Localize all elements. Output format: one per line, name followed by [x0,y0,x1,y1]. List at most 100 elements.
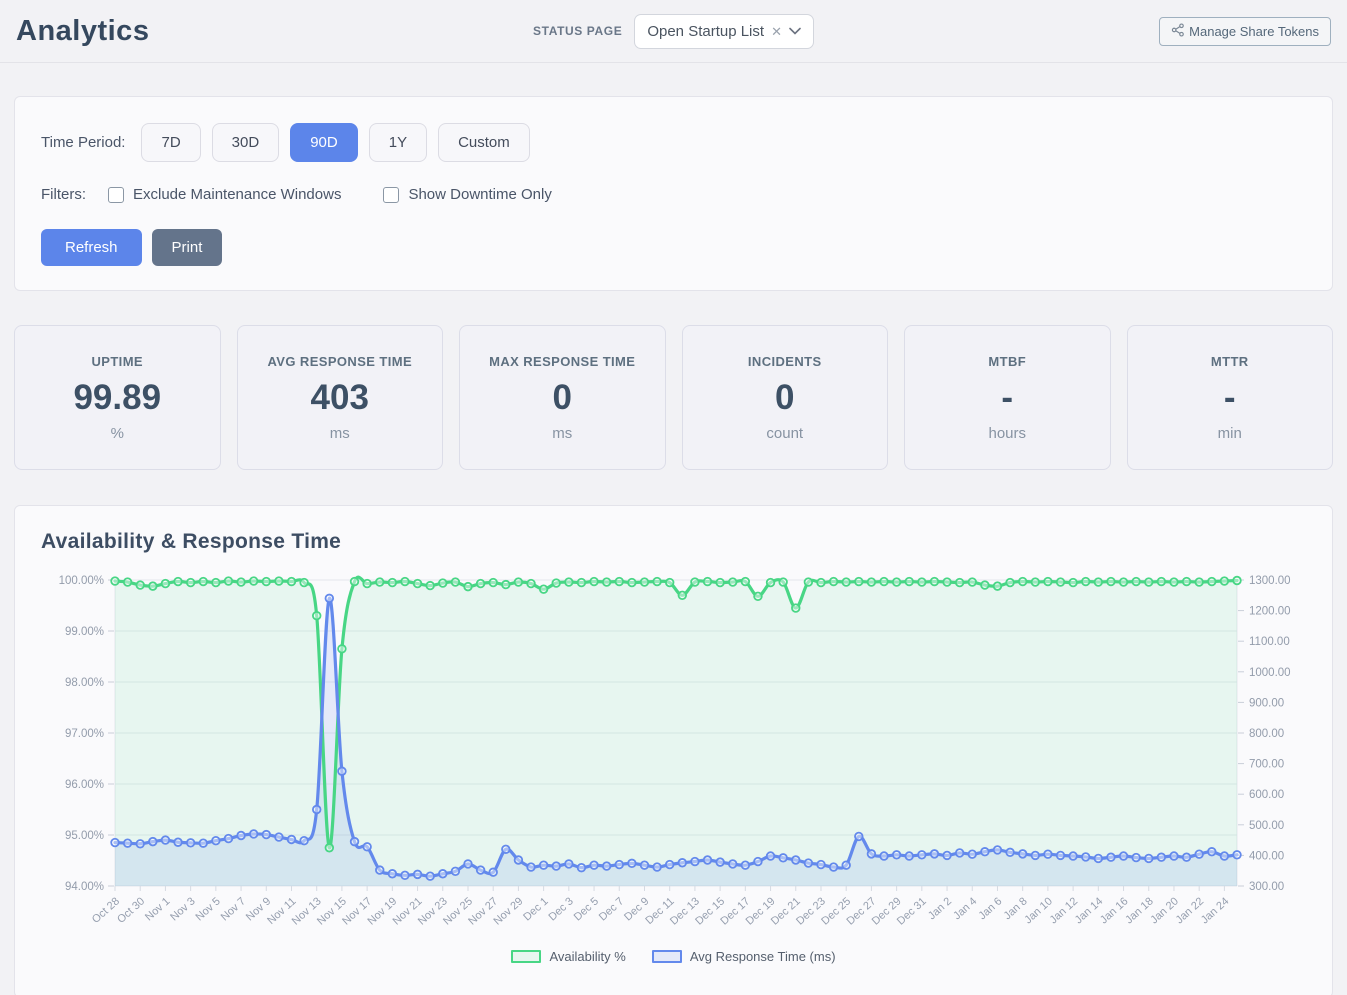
stat-unit: count [766,425,803,442]
checkbox-icon[interactable] [383,187,399,203]
stat-card-mttr: MTTR - min [1127,325,1334,470]
checkbox-icon[interactable] [108,187,124,203]
legend-item-response-time[interactable]: Avg Response Time (ms) [652,949,836,964]
svg-text:Nov 29: Nov 29 [491,895,525,927]
stat-value: - [1224,378,1236,418]
svg-text:500.00: 500.00 [1249,820,1284,832]
svg-text:Nov 7: Nov 7 [219,895,248,923]
svg-text:95.00%: 95.00% [65,830,104,842]
manage-share-tokens-label: Manage Share Tokens [1189,24,1319,39]
chart-legend: Availability % Avg Response Time (ms) [41,949,1306,964]
svg-text:99.00%: 99.00% [65,626,104,638]
status-page-select[interactable]: Open Startup List ✕ [634,14,814,49]
stat-value: 0 [775,378,794,418]
stat-card-avg-response: AVG RESPONSE TIME 403 ms [237,325,444,470]
stat-value: 403 [311,378,369,418]
svg-text:600.00: 600.00 [1249,789,1284,801]
svg-text:98.00%: 98.00% [65,677,104,689]
response-time-legend-swatch [652,950,682,963]
svg-text:1100.00: 1100.00 [1249,636,1290,648]
svg-text:Dec 3: Dec 3 [546,895,575,923]
stat-label: MTTR [1211,354,1249,369]
svg-text:Jan 20: Jan 20 [1148,895,1181,926]
svg-text:100.00%: 100.00% [59,575,104,587]
filter-panel: Time Period: 7D 30D 90D 1Y Custom Filter… [14,96,1333,291]
show-downtime-label: Show Downtime Only [408,186,551,203]
period-button-1y[interactable]: 1Y [369,123,427,162]
svg-text:Jan 2: Jan 2 [926,895,954,922]
svg-text:Jan 18: Jan 18 [1123,895,1156,926]
svg-text:1200.00: 1200.00 [1249,606,1291,618]
period-button-90d[interactable]: 90D [290,123,358,162]
filters-label: Filters: [41,186,86,203]
stat-unit: hours [988,425,1026,442]
stat-unit: ms [552,425,572,442]
svg-text:800.00: 800.00 [1249,728,1284,740]
manage-share-tokens-button[interactable]: Manage Share Tokens [1159,17,1331,46]
svg-text:Dec 7: Dec 7 [597,895,626,923]
svg-text:Jan 4: Jan 4 [951,895,979,922]
status-page-label: STATUS PAGE [533,24,622,38]
time-period-label: Time Period: [41,134,125,151]
svg-text:Oct 30: Oct 30 [115,895,147,926]
svg-text:300.00: 300.00 [1249,881,1284,893]
stat-card-uptime: UPTIME 99.89 % [14,325,221,470]
legend-label: Availability % [549,949,625,964]
stat-label: AVG RESPONSE TIME [267,354,412,369]
svg-text:94.00%: 94.00% [65,881,104,893]
stat-label: MAX RESPONSE TIME [489,354,635,369]
svg-text:Jan 10: Jan 10 [1022,895,1055,926]
svg-text:1000.00: 1000.00 [1249,667,1291,679]
svg-text:97.00%: 97.00% [65,728,104,740]
stat-value: 0 [553,378,572,418]
page-title: Analytics [16,15,533,48]
period-button-custom[interactable]: Custom [438,123,530,162]
svg-text:Dec 5: Dec 5 [572,895,601,923]
svg-text:Nov 3: Nov 3 [168,895,197,923]
stat-unit: % [111,425,124,442]
show-downtime-checkbox[interactable]: Show Downtime Only [383,186,551,203]
chevron-down-icon [789,27,801,35]
svg-text:900.00: 900.00 [1249,697,1284,709]
chart-title: Availability & Response Time [41,530,1306,554]
status-page-selected-value: Open Startup List [647,23,764,40]
svg-text:Jan 14: Jan 14 [1073,895,1106,926]
exclude-maintenance-label: Exclude Maintenance Windows [133,186,341,203]
svg-text:Jan 22: Jan 22 [1174,895,1207,926]
stat-value: - [1001,378,1013,418]
svg-text:Jan 24: Jan 24 [1199,895,1232,926]
stat-card-mtbf: MTBF - hours [904,325,1111,470]
stat-card-incidents: INCIDENTS 0 count [682,325,889,470]
refresh-button[interactable]: Refresh [41,229,142,266]
period-button-7d[interactable]: 7D [141,123,200,162]
svg-text:1300.00: 1300.00 [1249,575,1291,587]
stat-unit: min [1218,425,1242,442]
svg-text:Jan 12: Jan 12 [1048,895,1081,926]
svg-text:700.00: 700.00 [1249,759,1284,771]
svg-text:Dec 31: Dec 31 [895,895,929,927]
svg-text:Oct 28: Oct 28 [90,895,122,926]
stat-unit: ms [330,425,350,442]
exclude-maintenance-checkbox[interactable]: Exclude Maintenance Windows [108,186,341,203]
svg-text:Jan 6: Jan 6 [976,895,1004,922]
legend-label: Avg Response Time (ms) [690,949,836,964]
svg-text:400.00: 400.00 [1249,850,1284,862]
print-button[interactable]: Print [152,229,223,266]
stats-row: UPTIME 99.89 % AVG RESPONSE TIME 403 ms … [14,325,1333,470]
availability-legend-swatch [511,950,541,963]
svg-text:96.00%: 96.00% [65,779,104,791]
stat-label: UPTIME [91,354,143,369]
availability-response-chart: 100.00% 99.00% 98.00% 97.00% 96.00% 95.00% 94.… [41,566,1305,942]
share-icon [1171,23,1185,40]
stat-label: INCIDENTS [748,354,822,369]
legend-item-availability[interactable]: Availability % [511,949,625,964]
svg-text:Dec 1: Dec 1 [521,895,550,923]
stat-value: 99.89 [73,378,161,418]
clear-selection-icon[interactable]: ✕ [771,25,782,38]
chart-area: 100.00% 99.00% 98.00% 97.00% 96.00% 95.00% 94.… [41,566,1306,947]
svg-text:Nov 5: Nov 5 [193,895,222,923]
top-header: Analytics STATUS PAGE Open Startup List … [0,0,1347,63]
period-button-30d[interactable]: 30D [212,123,280,162]
svg-text:Jan 16: Jan 16 [1098,895,1131,926]
stat-card-max-response: MAX RESPONSE TIME 0 ms [459,325,666,470]
